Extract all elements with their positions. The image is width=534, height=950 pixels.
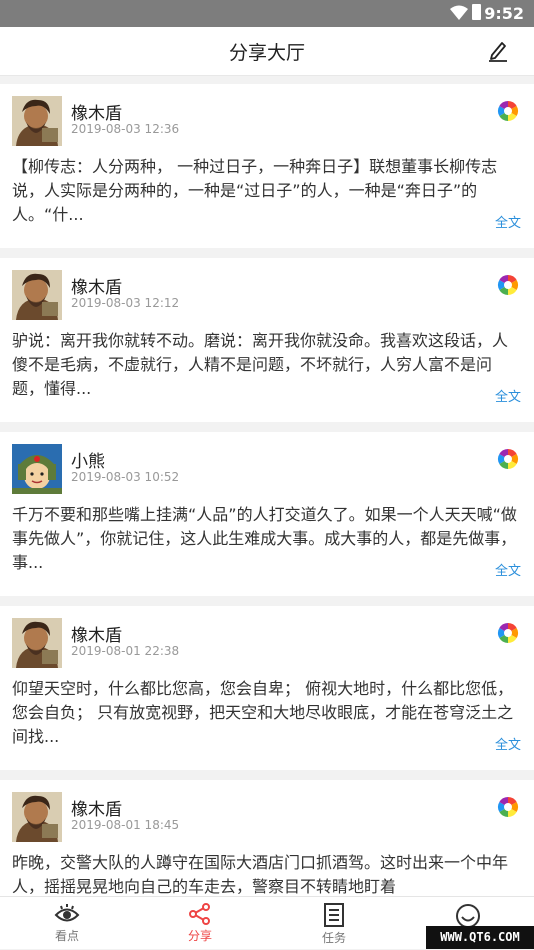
tab-label: 看点 bbox=[54, 929, 79, 943]
post-text: 昨晚，交警大队的人蹲守在国际大酒店门口抓酒驾。这时出来一个中年人，摇摇晃晃地向自… bbox=[12, 853, 509, 896]
status-time: 9:52 bbox=[484, 4, 524, 23]
post-text: 【柳传志：人分两种， 一种过日子，一种奔日子】联想董事长柳传志说，人实际是分两种… bbox=[12, 157, 498, 224]
color-wheel-icon[interactable] bbox=[497, 448, 519, 470]
tab-kandian[interactable]: 看点 bbox=[17, 897, 117, 950]
edit-icon[interactable] bbox=[488, 40, 508, 62]
post-card[interactable]: 橡木盾 2019-08-01 22:38 仰望天空时，什么都比您高，您会自卑； 俯视… bbox=[0, 606, 534, 770]
post-text: 驴说：离开我你就转不动。磨说：离开我你就没命。我喜欢这段话，人傻不是毛病，不虚就… bbox=[12, 331, 509, 398]
color-wheel-icon[interactable] bbox=[497, 622, 519, 644]
bearded-man-avatar[interactable] bbox=[12, 618, 62, 668]
task-list-icon bbox=[324, 903, 344, 927]
tab-label: 任务 bbox=[321, 931, 346, 945]
site-watermark: WWW.QT6.COM bbox=[426, 926, 534, 949]
tab-label: 分享 bbox=[187, 929, 212, 943]
color-wheel-icon[interactable] bbox=[497, 100, 519, 122]
eye-icon bbox=[54, 904, 80, 922]
post-text: 千万不要和那些嘴上挂满“人品”的人打交道久了。如果一个人天天喊“做事先做人”，你… bbox=[12, 505, 517, 572]
post-time: 2019-08-01 18:45 bbox=[71, 818, 180, 832]
post-author: 小熊 bbox=[71, 452, 105, 472]
status-bar: 9:52 bbox=[0, 0, 534, 27]
share-icon bbox=[189, 903, 210, 925]
full-text-link[interactable]: 全文 bbox=[495, 560, 521, 579]
post-time: 2019-08-01 22:38 bbox=[71, 644, 180, 658]
full-text-link[interactable]: 全文 bbox=[495, 386, 521, 405]
post-author: 橡木盾 bbox=[71, 104, 122, 124]
post-card[interactable]: 橡木盾 2019-08-03 12:36 【柳传志：人分两种， 一种过日子，一种奔日… bbox=[0, 84, 534, 248]
post-time: 2019-08-03 12:36 bbox=[71, 122, 180, 136]
post-author: 橡木盾 bbox=[71, 278, 122, 298]
post-author: 橡木盾 bbox=[71, 800, 122, 820]
color-wheel-icon[interactable] bbox=[497, 274, 519, 296]
bearded-man-avatar[interactable] bbox=[12, 96, 62, 146]
wifi-icon bbox=[450, 5, 468, 20]
bearded-man-avatar[interactable] bbox=[12, 792, 62, 842]
full-text-link[interactable]: 全文 bbox=[495, 212, 521, 231]
post-time: 2019-08-03 10:52 bbox=[71, 470, 180, 484]
battery-icon bbox=[472, 4, 481, 20]
tab-share[interactable]: 分享 bbox=[150, 897, 250, 950]
bearded-man-avatar[interactable] bbox=[12, 270, 62, 320]
top-bar: 分享大厅 bbox=[0, 27, 534, 76]
cartoon-soldier-avatar[interactable] bbox=[12, 444, 62, 494]
color-wheel-icon[interactable] bbox=[497, 796, 519, 818]
post-author: 橡木盾 bbox=[71, 626, 122, 646]
post-card[interactable]: 橡木盾 2019-08-01 18:45 昨晚，交警大队的人蹲守在国际大酒店门口抓酒… bbox=[0, 780, 534, 896]
post-time: 2019-08-03 12:12 bbox=[71, 296, 180, 310]
post-card[interactable]: 小熊 2019-08-03 10:52 千万不要和那些嘴上挂满“人品”的人打交道久了… bbox=[0, 432, 534, 596]
post-text: 仰望天空时，什么都比您高，您会自卑； 俯视大地时，什么都比您低，您会自负； 只有… bbox=[12, 679, 514, 746]
post-card[interactable]: 橡木盾 2019-08-03 12:12 驴说：离开我你就转不动。磨说：离开我你就没… bbox=[0, 258, 534, 422]
post-feed[interactable]: 橡木盾 2019-08-03 12:36 【柳传志：人分两种， 一种过日子，一种奔日… bbox=[0, 84, 534, 896]
full-text-link[interactable]: 全文 bbox=[495, 734, 521, 753]
tab-tasks[interactable]: 任务 bbox=[284, 897, 384, 950]
page-title: 分享大厅 bbox=[228, 42, 305, 64]
